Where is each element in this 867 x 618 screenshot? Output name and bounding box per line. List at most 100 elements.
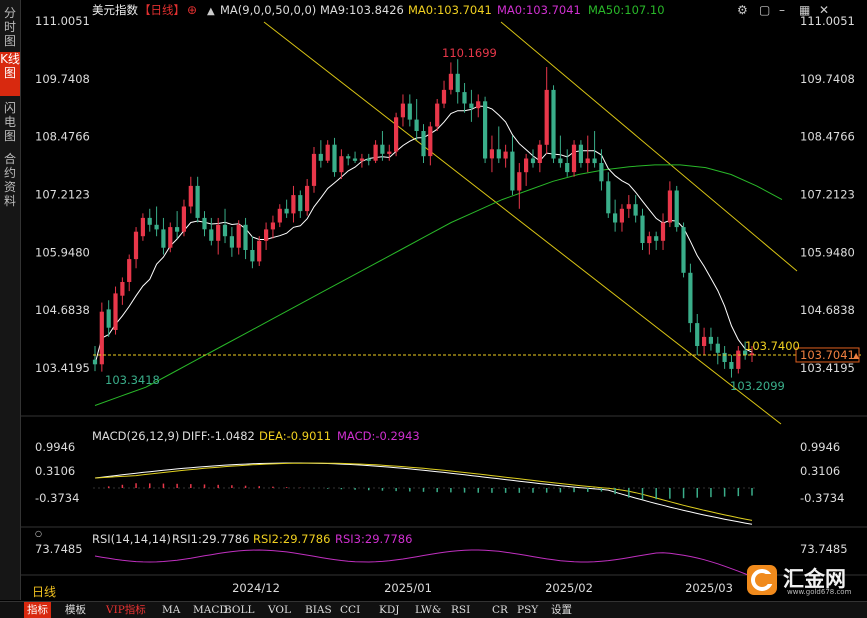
toolbar-bias-button[interactable]: BIAS: [302, 602, 335, 618]
candle-body[interactable]: [99, 311, 104, 365]
candle-body[interactable]: [421, 131, 426, 157]
candle-body[interactable]: [510, 151, 515, 191]
candle-body[interactable]: [647, 236, 652, 244]
candle-body[interactable]: [414, 119, 419, 131]
candle-body[interactable]: [380, 144, 385, 154]
candle-body[interactable]: [462, 92, 467, 104]
candle-body[interactable]: [476, 101, 481, 109]
candle-body[interactable]: [181, 206, 186, 232]
candle-body[interactable]: [127, 259, 132, 282]
candle-body[interactable]: [373, 144, 378, 161]
candle-body[interactable]: [626, 204, 631, 209]
toolbar-ma-button[interactable]: MA: [159, 602, 183, 618]
candle-body[interactable]: [188, 185, 193, 207]
candle-body[interactable]: [503, 151, 508, 159]
candle-body[interactable]: [537, 144, 542, 163]
toolbar-vip-indicator-button[interactable]: VIP指标: [103, 602, 149, 618]
candle-body[interactable]: [640, 215, 645, 243]
candle-body[interactable]: [318, 153, 323, 161]
candle-body[interactable]: [715, 343, 720, 353]
candle-body[interactable]: [558, 158, 563, 164]
candle-body[interactable]: [352, 158, 358, 161]
candle-body[interactable]: [216, 224, 221, 241]
candle-body[interactable]: [592, 158, 597, 164]
candle-body[interactable]: [92, 359, 98, 365]
toolbar-boll-button[interactable]: BOLL: [221, 602, 257, 618]
toolbar-rsi-button[interactable]: RSI: [448, 602, 473, 618]
candle-body[interactable]: [681, 227, 686, 273]
candle-body[interactable]: [257, 240, 262, 262]
candle-body[interactable]: [277, 208, 282, 223]
candle-body[interactable]: [291, 195, 296, 214]
candle-body[interactable]: [496, 149, 501, 159]
candle-body[interactable]: [441, 89, 447, 104]
candle-body[interactable]: [428, 126, 433, 157]
candle-body[interactable]: [517, 172, 522, 191]
toolbar-kdj-button[interactable]: KDJ: [376, 602, 402, 618]
candle-body[interactable]: [133, 231, 139, 260]
candle-body[interactable]: [613, 213, 618, 223]
candle-body[interactable]: [161, 229, 166, 248]
candle-body[interactable]: [202, 217, 207, 230]
toolbar-cr-button[interactable]: CR: [489, 602, 511, 618]
toolbar-template-button[interactable]: 模板: [62, 602, 89, 618]
toolbar-cci-button[interactable]: CCI: [337, 602, 363, 618]
candle-body[interactable]: [222, 224, 228, 237]
tab-contract-info[interactable]: 合约资料: [0, 152, 20, 212]
candle-body[interactable]: [264, 229, 269, 241]
candle-body[interactable]: [243, 224, 248, 250]
candle-body[interactable]: [702, 336, 707, 346]
candle-body[interactable]: [722, 352, 727, 362]
candle-body[interactable]: [175, 227, 180, 232]
candle-body[interactable]: [394, 117, 399, 152]
candle-body[interactable]: [524, 158, 529, 173]
candle-body[interactable]: [339, 156, 344, 173]
candle-body[interactable]: [120, 282, 125, 296]
candle-body[interactable]: [195, 185, 200, 218]
toolbar-settings-button[interactable]: 设置: [548, 602, 575, 618]
candle-body[interactable]: [298, 195, 303, 212]
candle-body[interactable]: [284, 208, 289, 214]
candle-body[interactable]: [633, 204, 638, 216]
candle-body[interactable]: [332, 144, 337, 173]
tab-flash-chart[interactable]: 闪电图: [0, 101, 20, 145]
candle-body[interactable]: [483, 101, 488, 159]
tab-time-chart[interactable]: 分时图: [0, 6, 20, 48]
candle-body[interactable]: [147, 217, 152, 225]
candle-body[interactable]: [489, 149, 494, 159]
candle-body[interactable]: [407, 103, 412, 120]
toolbar-indicator-button[interactable]: 指标: [24, 602, 51, 618]
candle-body[interactable]: [585, 158, 590, 164]
candle-body[interactable]: [606, 181, 611, 214]
candle-body[interactable]: [455, 73, 460, 93]
candle-body[interactable]: [236, 224, 241, 248]
candle-body[interactable]: [551, 89, 556, 159]
candle-body[interactable]: [654, 236, 659, 241]
tab-kline-chart[interactable]: K线图: [0, 52, 20, 96]
candle-body[interactable]: [229, 236, 234, 248]
candle-body[interactable]: [619, 208, 624, 223]
candle-body[interactable]: [140, 217, 145, 237]
candle-body[interactable]: [544, 89, 549, 145]
candle-body[interactable]: [359, 158, 364, 161]
candle-body[interactable]: [565, 163, 570, 173]
candle-body[interactable]: [400, 103, 405, 118]
toolbar-lw-button[interactable]: LW&: [412, 602, 444, 618]
candle-body[interactable]: [270, 222, 275, 230]
candle-body[interactable]: [387, 151, 392, 154]
candle-body[interactable]: [168, 227, 173, 248]
candle-body[interactable]: [209, 229, 214, 241]
candle-body[interactable]: [530, 158, 536, 164]
candle-body[interactable]: [599, 163, 604, 182]
candle-body[interactable]: [688, 272, 693, 324]
candle-body[interactable]: [311, 153, 317, 186]
candle-body[interactable]: [250, 250, 255, 262]
candle-body[interactable]: [667, 190, 672, 223]
candle-body[interactable]: [366, 158, 371, 161]
candle-body[interactable]: [674, 190, 679, 228]
candle-body[interactable]: [113, 293, 118, 330]
toolbar-vol-button[interactable]: VOL: [265, 602, 294, 618]
candle-body[interactable]: [708, 336, 713, 344]
candle-body[interactable]: [346, 156, 351, 159]
candle-body[interactable]: [736, 350, 741, 369]
